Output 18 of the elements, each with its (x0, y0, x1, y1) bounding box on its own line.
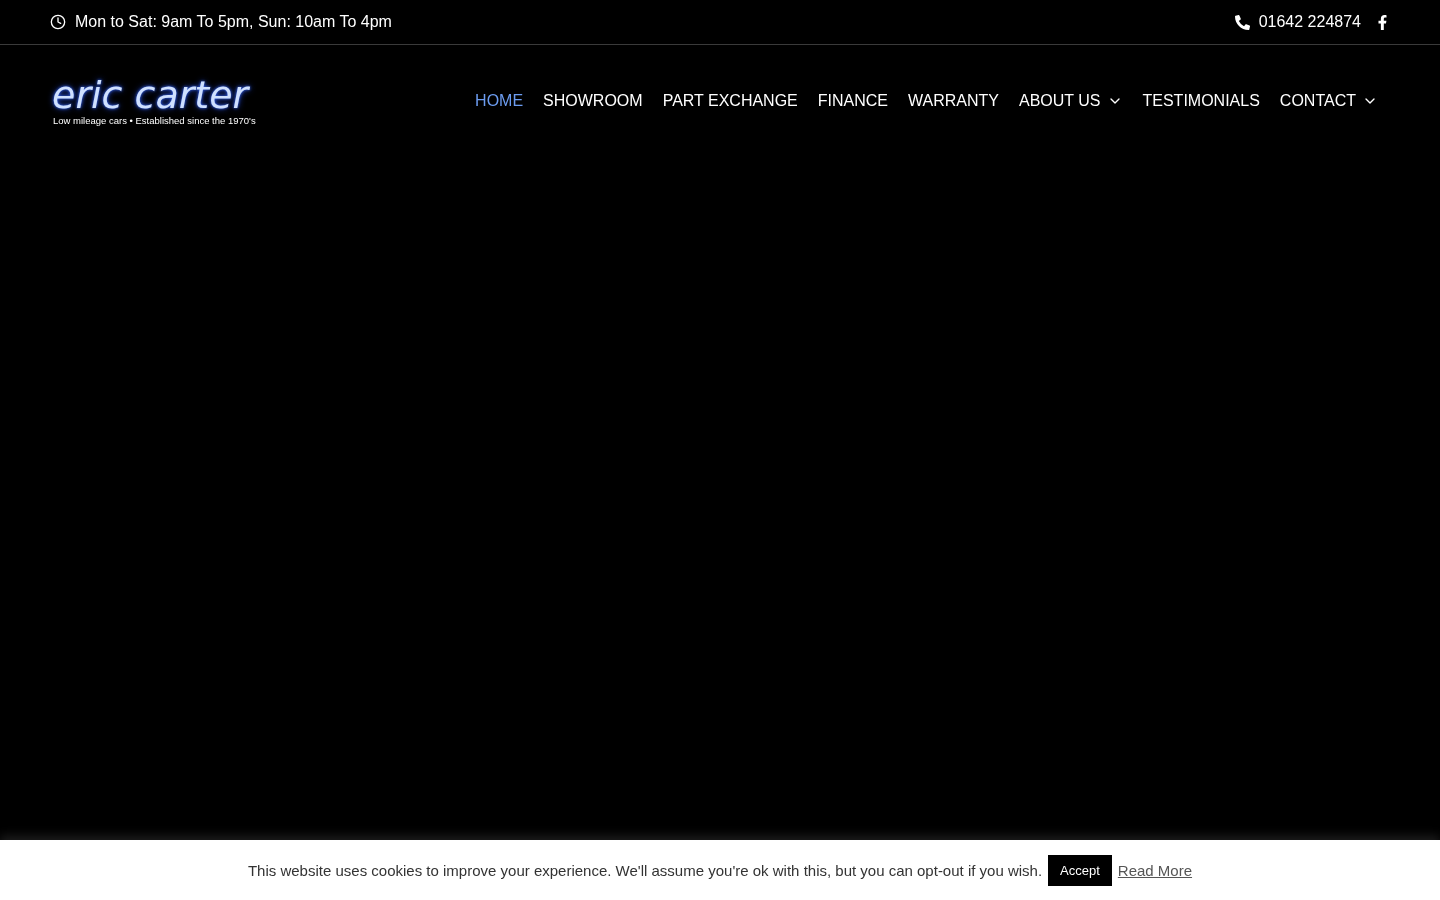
nav-link[interactable]: CONTACT (1279, 91, 1378, 110)
facebook-icon[interactable] (1375, 14, 1390, 30)
nav-link[interactable]: WARRANTY (908, 91, 999, 110)
cookie-message: This website uses cookies to improve your experience. We'll assume you're ok with this, but you can opt-out if you wish. (247, 861, 1043, 879)
phone-number[interactable]: 01642 224874 (1258, 13, 1361, 31)
nav-link[interactable]: PART EXCHANGE (662, 91, 798, 110)
nav-link[interactable]: HOME (475, 91, 524, 110)
nav-link[interactable]: TESTIMONIALS (1142, 91, 1260, 110)
nav-link[interactable]: FINANCE (817, 91, 889, 110)
accept-button[interactable]: Accept (1048, 854, 1112, 886)
logo-tagline: Low mileage cars • Established since the 1970's (53, 115, 256, 126)
logo-text[interactable]: eric carter (52, 75, 256, 115)
nav-link[interactable]: SHOWROOM (543, 91, 643, 110)
nav-link[interactable]: ABOUT US (1019, 91, 1123, 110)
clock-icon (50, 14, 66, 30)
read-more-link[interactable]: Read More (1117, 861, 1193, 879)
phone-icon (1234, 14, 1250, 30)
opening-hours: Mon to Sat: 9am To 5pm, Sun: 10am To 4pm (75, 13, 392, 31)
